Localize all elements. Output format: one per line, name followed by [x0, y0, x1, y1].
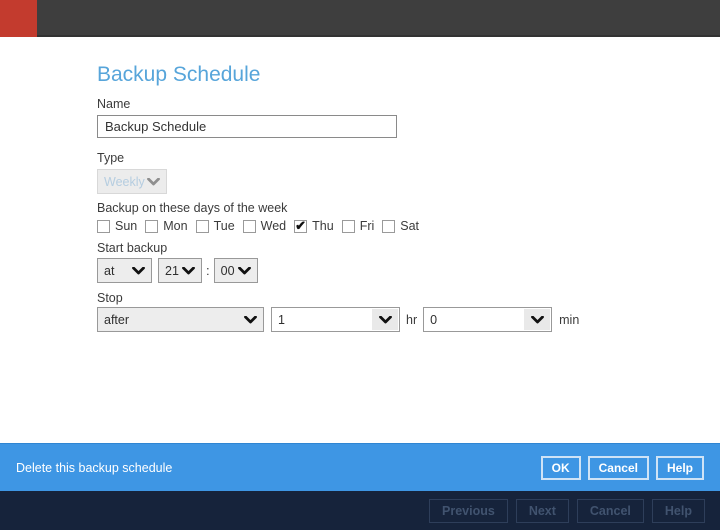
- delete-schedule-link[interactable]: Delete this backup schedule: [16, 461, 172, 475]
- stop-label: Stop: [97, 291, 123, 305]
- mon-checkbox[interactable]: [145, 219, 159, 233]
- start-backup-label: Start backup: [97, 241, 168, 255]
- help-button[interactable]: Help: [655, 455, 704, 480]
- type-select: Weekly: [97, 169, 167, 194]
- sun-checkbox[interactable]: [97, 219, 110, 233]
- sat-checkbox[interactable]: [382, 219, 396, 233]
- start-hour-value: 21: [165, 263, 179, 278]
- fri-checkbox[interactable]: [341, 219, 355, 233]
- day-checkbox-row: Sun Mon Tue Wed Thu Fri: [97, 218, 720, 234]
- chevron-down-icon: [237, 266, 251, 275]
- time-colon: :: [206, 263, 210, 278]
- day-label: Sun: [115, 219, 138, 233]
- start-mode-value: at: [104, 263, 115, 278]
- stop-hours-value: 1: [278, 312, 285, 327]
- name-input[interactable]: [97, 115, 397, 138]
- cancel-button[interactable]: Cancel: [587, 455, 649, 480]
- tue-checkbox[interactable]: [195, 219, 209, 233]
- chevron-down-icon: [372, 309, 398, 330]
- hr-unit-label: hr: [406, 312, 418, 327]
- stop-minutes-value: 0: [430, 312, 438, 327]
- type-label: Type: [97, 151, 125, 165]
- dialog-content: Backup Schedule Name Type Weekly Backup …: [0, 37, 720, 332]
- page-title: Backup Schedule: [97, 63, 261, 86]
- start-minute-value: 00: [220, 263, 235, 278]
- chevron-down-icon: [244, 315, 257, 324]
- day-item-thu[interactable]: Thu: [294, 218, 334, 234]
- day-label: Tue: [213, 219, 235, 233]
- day-label: Wed: [260, 219, 287, 233]
- stop-mode-select[interactable]: after: [97, 307, 264, 332]
- day-label: Sat: [400, 219, 420, 233]
- min-unit-label: min: [559, 312, 580, 327]
- wed-checkbox[interactable]: [242, 219, 256, 233]
- start-hour-select[interactable]: 21: [158, 258, 202, 283]
- stop-mode-value: after: [104, 312, 130, 327]
- backup-schedule-window: Backup Schedule Name Type Weekly Backup …: [0, 0, 720, 530]
- thu-checkbox[interactable]: [294, 218, 308, 234]
- day-item-sun[interactable]: Sun: [97, 219, 137, 233]
- chevron-down-icon: [132, 266, 145, 275]
- day-label: Thu: [312, 219, 334, 233]
- day-item-sat[interactable]: Sat: [382, 219, 419, 233]
- wizard-footer: Previous Next Cancel Help: [0, 491, 720, 530]
- day-item-wed[interactable]: Wed: [242, 219, 287, 233]
- days-label: Backup on these days of the week: [97, 201, 288, 215]
- name-label: Name: [97, 97, 131, 111]
- footer-help-button: Help: [651, 498, 705, 523]
- day-item-mon[interactable]: Mon: [145, 219, 188, 233]
- type-select-value: Weekly: [104, 174, 145, 189]
- stop-minutes-select[interactable]: 0: [423, 307, 553, 332]
- chevron-down-icon: [147, 177, 160, 186]
- stop-hours-select[interactable]: 1: [271, 307, 400, 332]
- previous-button: Previous: [429, 498, 508, 523]
- action-bar: Delete this backup schedule OK Cancel He…: [0, 443, 720, 491]
- next-button: Next: [515, 498, 569, 523]
- day-label: Mon: [163, 219, 188, 233]
- chevron-down-icon: [524, 309, 551, 330]
- ok-button[interactable]: OK: [540, 455, 581, 480]
- footer-cancel-button: Cancel: [576, 498, 644, 523]
- day-item-tue[interactable]: Tue: [195, 219, 235, 233]
- start-minute-select[interactable]: 00: [213, 258, 258, 283]
- day-item-fri[interactable]: Fri: [341, 219, 375, 233]
- day-label: Fri: [359, 219, 375, 233]
- chevron-down-icon: [182, 266, 195, 275]
- title-bar: [0, 0, 720, 37]
- brand-logo: [0, 0, 37, 37]
- start-mode-select[interactable]: at: [97, 258, 152, 283]
